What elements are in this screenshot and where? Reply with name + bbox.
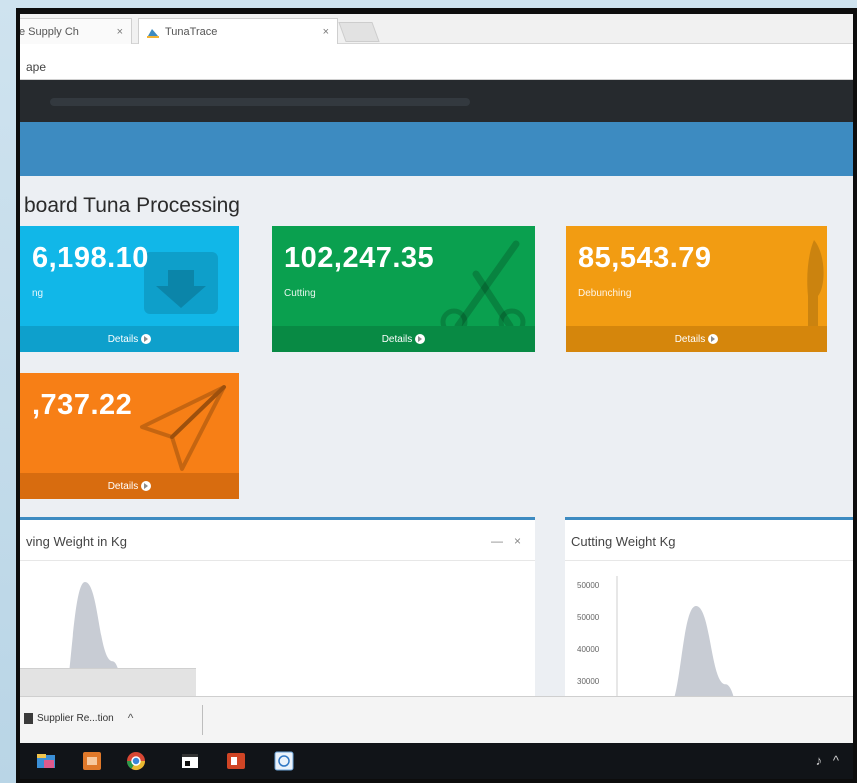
- monitor-screen: e Supply Ch × TunaTrace × ape board Tuna…: [20, 14, 853, 779]
- y-tick-label: 40000: [577, 645, 600, 654]
- y-tick-label: 50000: [577, 581, 600, 590]
- paper-plane-icon: [140, 385, 226, 471]
- details-label: Details: [107, 480, 139, 492]
- address-bar[interactable]: ape: [20, 44, 853, 80]
- network-app-icon[interactable]: [274, 751, 294, 771]
- app-window-icon[interactable]: [82, 751, 102, 771]
- page-footer-strip: [20, 668, 196, 696]
- terminal-icon[interactable]: [180, 751, 200, 771]
- address-text: ape: [26, 60, 47, 74]
- details-label: Details: [107, 333, 139, 345]
- file-explorer-icon[interactable]: [36, 751, 56, 771]
- chart-panel-cutting-weight: Cutting Weight Kg 50000 50000 40000 30000: [565, 517, 853, 717]
- arrow-circle-right-icon: [141, 481, 152, 491]
- stat-label: Cutting: [284, 288, 316, 299]
- screen-bezel: e Supply Ch × TunaTrace × ape board Tuna…: [16, 8, 857, 783]
- chevron-up-icon[interactable]: ^: [128, 711, 134, 725]
- system-tray-icons[interactable]: ♪ ^: [816, 753, 839, 768]
- browser-tab-supply-chain[interactable]: e Supply Ch ×: [20, 18, 132, 44]
- tab-close-icon[interactable]: ×: [117, 26, 123, 38]
- details-link[interactable]: Details: [20, 473, 239, 499]
- stat-value: ,737.22: [32, 389, 133, 421]
- stat-card-4: ,737.22 Details: [20, 373, 239, 499]
- tab-label: TunaTrace: [165, 25, 218, 38]
- file-icon: [24, 712, 33, 724]
- details-link[interactable]: Details: [566, 326, 827, 352]
- arrow-circle-right-icon: [415, 334, 426, 344]
- chrome-icon[interactable]: [126, 751, 146, 771]
- download-item[interactable]: Supplier Re...tion ^: [24, 711, 133, 725]
- arrow-circle-right-icon: [141, 334, 152, 344]
- download-filename: Supplier Re...tion: [37, 712, 114, 724]
- knife-icon: [807, 240, 824, 330]
- new-tab-button[interactable]: [338, 22, 380, 42]
- tab-close-icon[interactable]: ×: [323, 26, 329, 38]
- scissors-icon: [440, 240, 526, 336]
- details-link[interactable]: Details: [20, 326, 239, 352]
- page-title: board Tuna Processing: [24, 194, 240, 217]
- stat-value: 102,247.35: [284, 242, 435, 274]
- stat-label: ng: [32, 288, 44, 299]
- app-header-bar: [20, 122, 853, 176]
- stat-card-debunching: 85,543.79 Debunching Details: [566, 226, 827, 352]
- y-tick-label: 50000: [577, 613, 600, 622]
- browser-tab-tunatrace[interactable]: TunaTrace ×: [138, 18, 338, 44]
- downloads-bar: Supplier Re...tion ^: [20, 696, 853, 743]
- tab-label: e Supply Ch: [20, 25, 79, 38]
- page-favicon-icon: [147, 26, 159, 38]
- stat-card-1: 6,198.10 ng Details: [20, 226, 239, 352]
- browser-tab-bar: e Supply Ch × TunaTrace ×: [20, 14, 853, 44]
- arrow-circle-right-icon: [708, 334, 719, 344]
- stat-label: Debunching: [578, 288, 632, 299]
- download-divider: [202, 705, 203, 735]
- details-label: Details: [381, 333, 413, 345]
- stat-card-cutting: 102,247.35 Cutting Details: [272, 226, 535, 352]
- stat-value: 6,198.10: [32, 242, 149, 274]
- windows-taskbar: ♪ ^: [20, 743, 853, 779]
- stat-value: 85,543.79: [578, 242, 712, 274]
- details-link[interactable]: Details: [272, 326, 535, 352]
- top-navigation-bar: [20, 80, 853, 122]
- area-chart-cutting-weight: 50000 50000 40000 30000: [577, 576, 738, 717]
- nav-links-blurred: [50, 98, 470, 106]
- download-box-icon: [144, 252, 218, 314]
- details-label: Details: [674, 333, 706, 345]
- powerpoint-icon[interactable]: [226, 751, 246, 771]
- y-tick-label: 30000: [577, 677, 600, 686]
